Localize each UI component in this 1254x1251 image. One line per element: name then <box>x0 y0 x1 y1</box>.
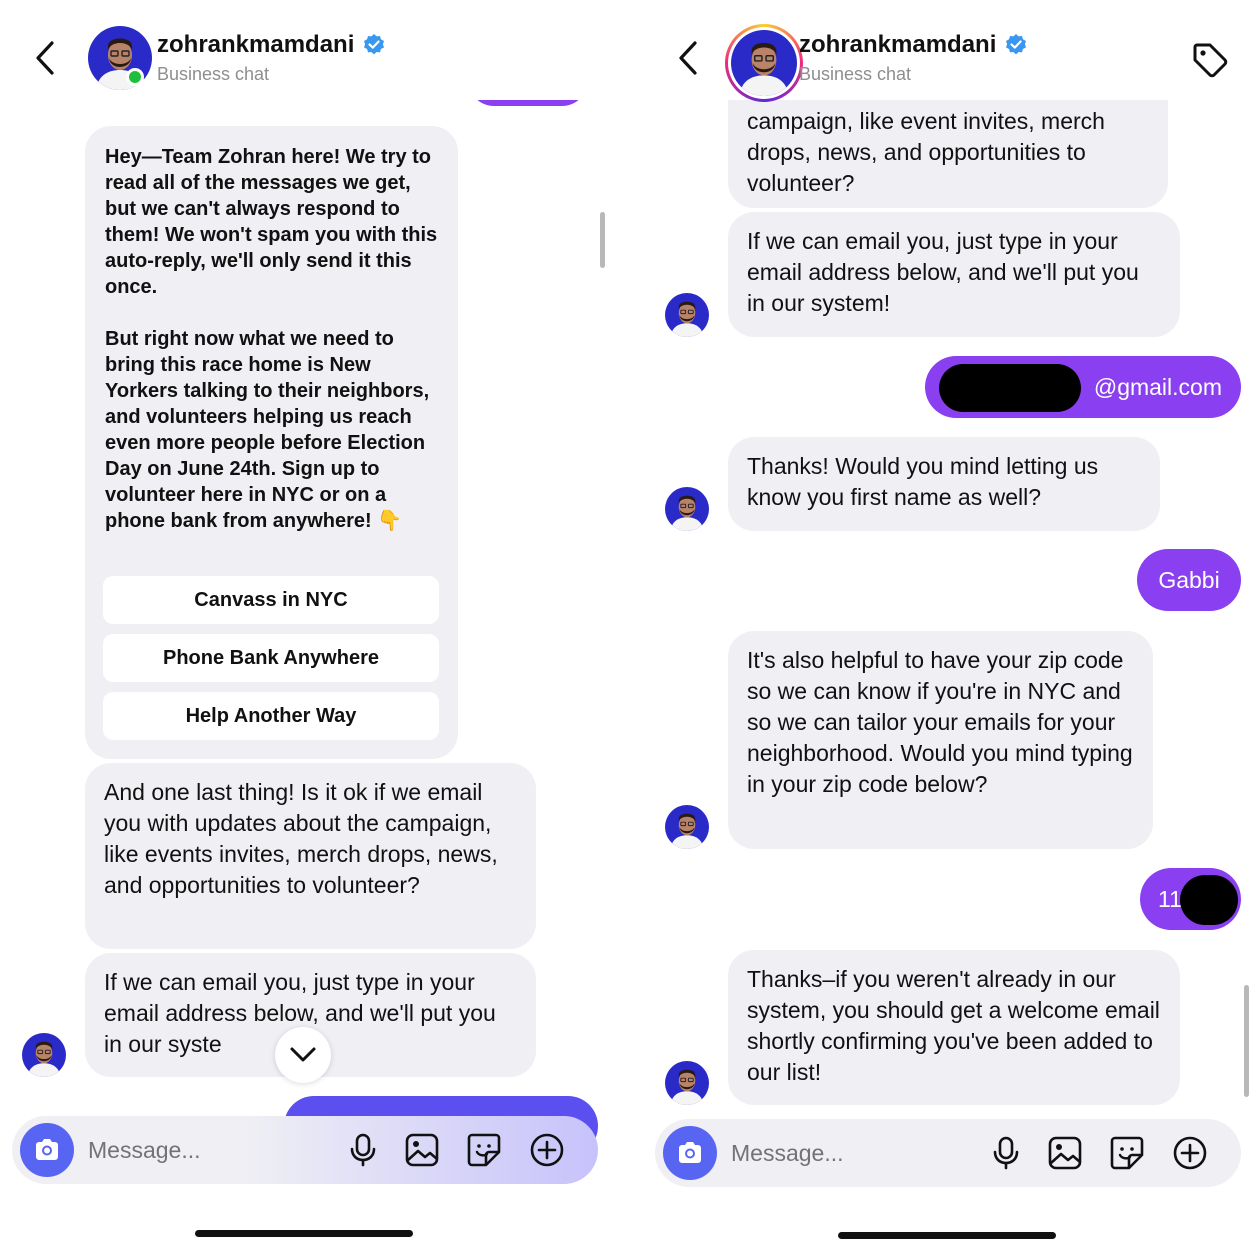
redaction-mark <box>1180 875 1238 925</box>
chat-header: zohrankmamdani Business chat <box>643 0 1254 102</box>
sent-name-bubble: Gabbi <box>1137 549 1241 611</box>
confirmation-bubble: Thanks–if you weren't already in our sys… <box>728 950 1180 1105</box>
username[interactable]: zohrankmamdani <box>799 31 1028 59</box>
back-chevron-icon[interactable] <box>32 40 62 76</box>
username[interactable]: zohrankmamdani <box>157 31 386 59</box>
name-ask-text: Thanks! Would you mind letting us know y… <box>747 453 1099 510</box>
home-indicator[interactable] <box>838 1232 1056 1239</box>
sender-avatar <box>665 805 709 849</box>
message-input[interactable]: Message... <box>731 1140 844 1167</box>
microphone-icon[interactable] <box>988 1135 1024 1171</box>
redaction-mark <box>939 364 1081 412</box>
zip-ask-bubble: It's also helpful to have your zip code … <box>728 631 1153 849</box>
sticker-icon[interactable] <box>1109 1135 1145 1171</box>
sender-avatar <box>665 1061 709 1105</box>
email-ask-bubble: And one last thing! Is it ok if we email… <box>85 763 536 949</box>
chevron-down-icon <box>290 1047 316 1062</box>
gallery-icon[interactable] <box>1047 1135 1083 1171</box>
avatar[interactable] <box>725 24 803 102</box>
email-ask-text: And one last thing! Is it ok if we email… <box>104 779 498 898</box>
quick-reply-canvass-button[interactable]: Canvass in NYC <box>103 576 439 624</box>
home-indicator[interactable] <box>195 1230 413 1237</box>
email-instructions-bubble: If we can email you, just type in your e… <box>728 212 1180 337</box>
camera-button[interactable] <box>20 1123 74 1177</box>
online-status-dot <box>126 68 144 86</box>
verified-badge-icon <box>362 33 386 57</box>
screen-gap <box>607 0 643 1251</box>
sent-email-text: @gmail.com <box>1093 373 1222 400</box>
name-ask-bubble: Thanks! Would you mind letting us know y… <box>728 437 1160 531</box>
gallery-icon[interactable] <box>404 1132 440 1168</box>
microphone-icon[interactable] <box>345 1132 381 1168</box>
scrollbar[interactable] <box>1244 985 1249 1097</box>
left-screen: zohrankmamdani Business chat Hey—Team Zo… <box>0 0 607 1251</box>
sent-zip-text: 11 <box>1158 885 1182 912</box>
chat-subtitle: Business chat <box>799 64 912 84</box>
back-chevron-icon[interactable] <box>675 40 705 76</box>
plus-circle-icon[interactable] <box>529 1132 565 1168</box>
verified-badge-icon <box>1004 33 1028 57</box>
scroll-to-bottom-button[interactable] <box>275 1027 331 1083</box>
scrollbar[interactable] <box>600 212 605 268</box>
username-text: zohrankmamdani <box>799 31 997 58</box>
camera-button[interactable] <box>663 1126 717 1180</box>
sticker-icon[interactable] <box>466 1132 502 1168</box>
email-ask-text: campaign, like event invites, merch drop… <box>747 108 1105 196</box>
sender-avatar <box>665 487 709 531</box>
auto-reply-text: Hey—Team Zohran here! We try to read all… <box>105 146 438 532</box>
sender-avatar <box>665 293 709 337</box>
sender-avatar <box>22 1033 66 1077</box>
message-composer[interactable]: Message... <box>12 1116 598 1184</box>
tag-icon[interactable] <box>1190 40 1230 80</box>
right-screen: zohrankmamdani Business chat campaign, l… <box>643 0 1254 1251</box>
chat-header: zohrankmamdani Business chat <box>0 0 607 100</box>
zip-ask-text: It's also helpful to have your zip code … <box>747 647 1133 797</box>
sent-name-text: Gabbi <box>1158 566 1220 593</box>
camera-icon <box>675 1138 705 1168</box>
confirmation-text: Thanks–if you weren't already in our sys… <box>747 966 1160 1085</box>
message-input[interactable]: Message... <box>88 1137 201 1164</box>
chat-subtitle: Business chat <box>157 64 270 84</box>
plus-circle-icon[interactable] <box>1172 1135 1208 1171</box>
camera-icon <box>32 1135 62 1165</box>
quick-reply-phone-bank-button[interactable]: Phone Bank Anywhere <box>103 634 439 682</box>
email-instructions-text: If we can email you, just type in your e… <box>747 228 1139 316</box>
username-text: zohrankmamdani <box>157 31 355 58</box>
message-composer[interactable]: Message... <box>655 1119 1241 1187</box>
quick-reply-help-button[interactable]: Help Another Way <box>103 692 439 740</box>
